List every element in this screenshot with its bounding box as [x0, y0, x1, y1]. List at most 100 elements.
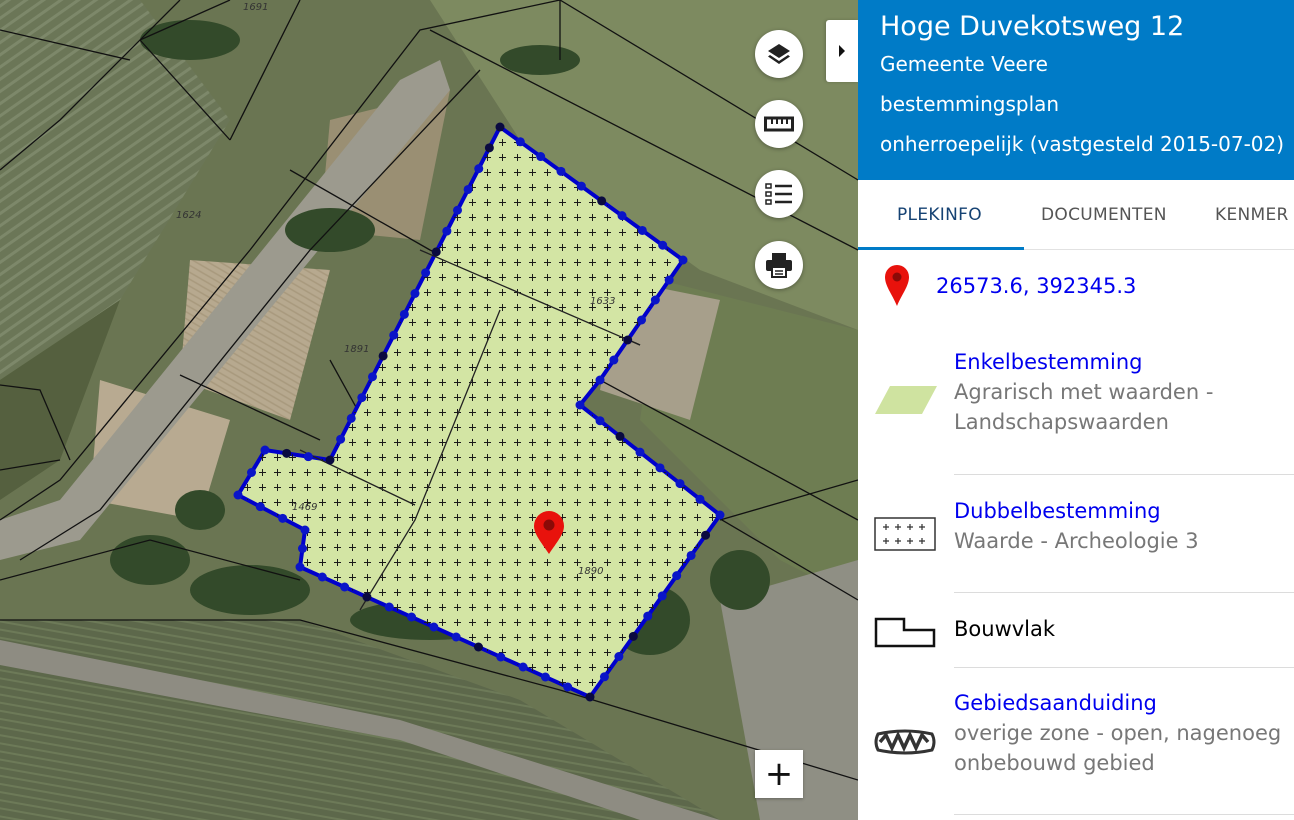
plan-vertex — [585, 692, 595, 702]
plan-vertex — [576, 181, 586, 191]
plan-vertex — [672, 571, 682, 581]
plan-vertex — [518, 662, 528, 672]
parcel-label: 1691 — [243, 2, 268, 13]
plan-vertex — [473, 642, 483, 652]
tab-plekinfo[interactable]: PLEKINFO — [897, 180, 982, 250]
legend-title-link[interactable]: Enkelbestemming — [954, 347, 1289, 377]
legend-button[interactable] — [755, 170, 803, 218]
plan-vertex — [715, 510, 725, 520]
plan-vertex — [484, 143, 494, 153]
plan-vertex — [378, 351, 388, 361]
plan-vertex — [463, 184, 473, 194]
measure-button[interactable] — [755, 100, 803, 148]
printer-icon — [766, 253, 792, 278]
green-parallelogram-icon — [875, 386, 937, 414]
plan-vertex — [556, 166, 566, 176]
plan-vertex — [701, 530, 711, 540]
zoom-in-label: + — [764, 754, 794, 794]
legend-desc: onbebouwd gebied — [954, 751, 1155, 775]
plan-vertex — [451, 632, 461, 642]
building-outline-icon — [874, 617, 936, 648]
plan-vertex — [635, 447, 645, 457]
plan-vertex — [599, 672, 609, 682]
legend-title-link[interactable]: Dubbelbestemming — [954, 496, 1289, 526]
plan-vertex — [540, 672, 550, 682]
plan-vertex — [643, 611, 653, 621]
legend-title-link[interactable]: Gebiedsaanduiding — [954, 688, 1289, 718]
caret-right-icon — [839, 45, 845, 57]
legend-item-bouwvlak: Bouwvlak — [858, 614, 1294, 654]
map-view[interactable]: 1691 1624 1891 1633 1469 1890 + — [0, 0, 858, 820]
panel-toggle-button[interactable] — [826, 20, 858, 82]
plan-vertex — [695, 494, 705, 504]
plan-vertex — [628, 631, 638, 641]
aerial-map[interactable]: 1691 1624 1891 1633 1469 1890 — [0, 0, 858, 820]
plus-grid-icon — [874, 517, 936, 551]
info-panel: Hoge Duvekotsweg 12 Gemeente Veere beste… — [858, 0, 1294, 820]
plan-vertex — [442, 226, 452, 236]
plan-vertex — [340, 582, 350, 592]
layers-button[interactable] — [755, 30, 803, 78]
plan-vertex — [650, 295, 660, 305]
plan-vertex — [399, 309, 409, 319]
plan-vertex — [623, 335, 633, 345]
plan-vertex — [303, 452, 313, 462]
panel-tabs: PLEKINFO DOCUMENTEN KENMER — [858, 180, 1294, 250]
active-tab-indicator — [858, 247, 1024, 250]
legend-title: Bouwvlak — [954, 617, 1056, 641]
plan-vertex — [260, 445, 270, 455]
plan-vertex — [278, 513, 288, 523]
plan-vertex — [496, 652, 506, 662]
divider — [954, 814, 1294, 815]
plan-vertex — [295, 562, 305, 572]
plan-vertex — [657, 591, 667, 601]
panel-header: Hoge Duvekotsweg 12 Gemeente Veere beste… — [858, 0, 1294, 180]
plan-vertex — [407, 612, 417, 622]
tab-documenten[interactable]: DOCUMENTEN — [1041, 180, 1167, 250]
plan-vertex — [575, 400, 585, 410]
plan-vertex — [595, 375, 605, 385]
plan-vertex — [298, 544, 307, 553]
ruler-icon — [764, 116, 794, 132]
coordinates-link[interactable]: 26573.6, 392345.3 — [936, 274, 1136, 298]
plan-vertex — [615, 431, 625, 441]
layers-icon — [768, 44, 790, 64]
parcel-label: 1624 — [176, 210, 201, 221]
legend-item-dubbelbestemming: Dubbelbestemming Waarde - Archeologie 3 — [858, 496, 1294, 566]
coordinates-row: 26573.6, 392345.3 — [858, 262, 1294, 312]
print-button[interactable] — [755, 241, 803, 289]
plan-vertex — [597, 196, 607, 206]
divider — [954, 667, 1294, 668]
address-title: Hoge Duvekotsweg 12 — [880, 11, 1185, 42]
plan-vertex — [233, 490, 243, 500]
legend-desc: Landschapswaarden — [954, 410, 1169, 434]
plan-vertex — [255, 502, 265, 512]
plan-vertex — [384, 602, 394, 612]
plan-vertex — [675, 479, 685, 489]
plan-vertex — [495, 122, 505, 132]
parcel-label: 1890 — [578, 566, 603, 577]
plan-vertex — [336, 434, 346, 444]
plan-vertex — [617, 211, 627, 221]
plan-status: onherroepelijk (vastgesteld 2015-07-02) — [880, 132, 1285, 156]
plan-vertex — [421, 268, 431, 278]
legend-item-gebiedsaanduiding: Gebiedsaanduiding overige zone - open, n… — [858, 688, 1294, 788]
plan-vertex — [410, 289, 420, 298]
legend-item-enkelbestemming: Enkelbestemming Agrarisch met waarden - … — [858, 347, 1294, 447]
plan-vertex — [282, 448, 292, 458]
plan-vertex — [595, 416, 605, 426]
plan-vertex — [346, 413, 356, 423]
parcel-label: 1891 — [344, 344, 369, 355]
legend-desc: Agrarisch met waarden - — [954, 380, 1214, 404]
plan-vertex — [357, 393, 367, 403]
zoom-in-button[interactable]: + — [755, 750, 803, 798]
parcel-label: 1633 — [590, 296, 615, 307]
plan-vertex — [658, 240, 668, 250]
plan-vertex — [389, 330, 399, 340]
divider — [954, 592, 1294, 593]
plan-vertex — [686, 550, 696, 560]
tab-kenmerken[interactable]: KENMER — [1215, 180, 1289, 250]
plan-vertex — [655, 463, 665, 473]
plan-vertex — [536, 152, 546, 162]
map-pin-icon — [885, 265, 909, 306]
